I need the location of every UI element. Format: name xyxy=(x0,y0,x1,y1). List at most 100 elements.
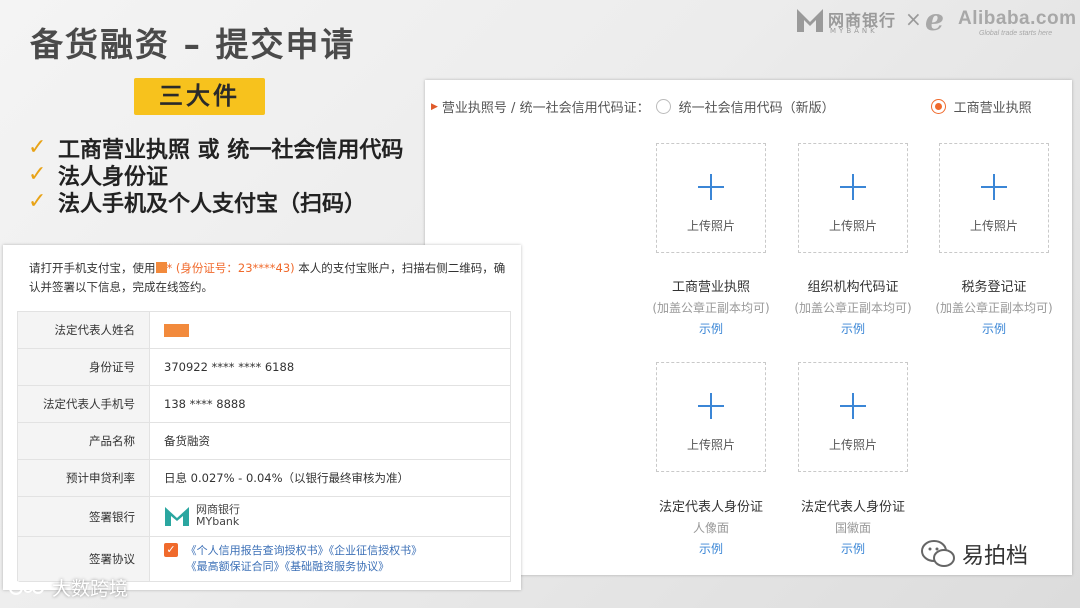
watermark-logo-icon xyxy=(9,580,44,595)
doc-note: 人像面 xyxy=(692,521,729,535)
requirements-checklist: ✓ 工商营业执照 或 统一社会信用代码 ✓ 法人身份证 ✓ 法人手机及个人支付宝… xyxy=(28,134,403,217)
row-value: 备货融资 xyxy=(149,422,511,460)
doc-note: 国徽面 xyxy=(834,521,871,535)
doc-title: 工商营业执照 xyxy=(671,280,750,295)
table-row: 预计申贷利率 日息 0.027% - 0.04%（以银行最终审核为准） xyxy=(17,459,511,497)
upload-slot-org-code[interactable]: 上传照片 xyxy=(798,143,908,253)
upload-photo-label: 上传照片 xyxy=(828,219,877,233)
online-signing-panel: 请打开手机支付宝，使用 * (身份证号：23****43) 本人的支付宝账户，扫描… xyxy=(3,245,521,590)
row-value: ✓ 《个人信用报告查询授权书》《企业征信授权书》 《最高额保证合同》《基础融资服… xyxy=(149,536,511,582)
brand-logos: 网商银行 MYBANK × e Alibaba.com Global trade… xyxy=(795,3,1080,38)
radio-business-license-label[interactable]: 工商营业执照 xyxy=(954,97,1032,116)
checklist-item: ✓ 法人身份证 xyxy=(28,161,403,190)
signing-instructions: 请打开手机支付宝，使用 * (身份证号：23****43) 本人的支付宝账户，扫描… xyxy=(29,259,509,297)
upload-slot-id-back[interactable]: 上传照片 xyxy=(798,362,908,472)
agreement-links: 《个人信用报告查询授权书》《企业征信授权书》 《最高额保证合同》《基础融资服务协… xyxy=(186,543,423,575)
row-value: 日息 0.027% - 0.04%（以银行最终审核为准） xyxy=(149,459,511,497)
slide-title: 备货融资 – 提交申请 xyxy=(30,25,356,64)
alibaba-logo-icon: e xyxy=(925,3,945,38)
row-key: 身份证号 xyxy=(17,348,150,386)
doc-caption-id-front: 法定代表人身份证 人像面 示例 xyxy=(631,498,791,560)
signing-info-table: 法定代表人姓名 身份证号 370922 **** **** 6188 法定代表人… xyxy=(17,311,511,582)
doc-title: 税务登记证 xyxy=(961,280,1027,295)
plus-icon xyxy=(981,174,1007,200)
document-upload-panel: ▶ 营业执照号 / 统一社会信用代码证： 统一社会信用代码（新版） 工商营业执照… xyxy=(425,80,1072,575)
doc-caption-org-code: 组织机构代码证 (加盖公章正副本均可) 示例 xyxy=(773,278,933,340)
mybank-logo-icon xyxy=(797,9,823,32)
checkmark-icon: ✓ xyxy=(28,189,47,214)
radio-business-license[interactable] xyxy=(930,99,946,114)
agreement-link-line[interactable]: 《个人信用报告查询授权书》《企业征信授权书》 xyxy=(186,543,423,559)
plus-icon xyxy=(840,174,866,200)
mybank-mark-icon xyxy=(165,506,189,526)
instruction-id-number: * (身份证号：23****43) xyxy=(166,261,295,275)
upload-photo-label: 上传照片 xyxy=(969,219,1018,233)
doc-caption-tax-registration: 税务登记证 (加盖公章正副本均可) 示例 xyxy=(914,278,1074,340)
doc-note: (加盖公章正副本均可) xyxy=(794,301,912,315)
watermark-right-text: 易拍档 xyxy=(962,544,1029,569)
doc-title: 法定代表人身份证 xyxy=(800,500,905,515)
doc-note: (加盖公章正副本均可) xyxy=(652,301,770,315)
bank-name-cn: 网商银行 xyxy=(196,502,240,516)
instruction-text: 请打开手机支付宝，使用 xyxy=(29,261,156,275)
triangle-marker-icon: ▶ xyxy=(431,101,438,112)
checkmark-icon: ✓ xyxy=(28,135,47,160)
times-sign: × xyxy=(905,7,922,31)
example-link[interactable]: 示例 xyxy=(914,318,1074,340)
doc-title: 法定代表人身份证 xyxy=(658,500,763,515)
row-key: 产品名称 xyxy=(17,422,150,460)
plus-icon xyxy=(698,174,724,200)
license-type-label: 营业执照号 / 统一社会信用代码证： xyxy=(441,101,650,116)
example-link[interactable]: 示例 xyxy=(631,318,791,340)
checklist-item-label: 法人手机及个人支付宝（扫码） xyxy=(58,191,367,217)
example-link[interactable]: 示例 xyxy=(631,538,791,560)
wechat-icon xyxy=(921,540,955,567)
plus-icon xyxy=(698,393,724,419)
checklist-item: ✓ 工商营业执照 或 统一社会信用代码 xyxy=(28,134,403,163)
row-value: 网商银行 MYbank xyxy=(149,496,511,537)
row-key: 预计申贷利率 xyxy=(17,459,150,497)
doc-title: 组织机构代码证 xyxy=(807,280,899,295)
example-link[interactable]: 示例 xyxy=(773,318,933,340)
mybank-sub: MYBANK xyxy=(830,27,878,35)
row-value xyxy=(149,311,511,349)
row-value: 370922 **** **** 6188 xyxy=(149,348,511,386)
alibaba-wordmark: Alibaba.com xyxy=(958,8,1077,29)
bank-name-en: MYbank xyxy=(196,514,240,528)
checkmark-icon: ✓ xyxy=(28,162,47,187)
radio-credit-code-label[interactable]: 统一社会信用代码（新版） xyxy=(679,97,835,116)
checklist-item: ✓ 法人手机及个人支付宝（扫码） xyxy=(28,188,403,217)
row-value: 138 **** 8888 xyxy=(149,385,511,423)
row-key: 法定代表人姓名 xyxy=(17,311,150,349)
agreement-link-line[interactable]: 《最高额保证合同》《基础融资服务协议》 xyxy=(186,559,423,575)
radio-credit-code[interactable] xyxy=(655,99,671,114)
alibaba-tagline: Global trade starts here xyxy=(979,30,1053,37)
doc-caption-id-back: 法定代表人身份证 国徽面 示例 xyxy=(773,498,933,560)
upload-photo-label: 上传照片 xyxy=(686,219,735,233)
upload-photo-label: 上传照片 xyxy=(686,438,735,452)
redacted-name-mask xyxy=(164,324,189,337)
three-items-badge: 三大件 xyxy=(134,78,265,115)
upload-slot-tax-registration[interactable]: 上传照片 xyxy=(939,143,1049,253)
table-row: 签署银行 网商银行 MYbank xyxy=(17,496,511,537)
watermark-left-text: 大数跨境 xyxy=(52,578,129,600)
row-key: 法定代表人手机号 xyxy=(17,385,150,423)
watermark-right: 易拍档 xyxy=(920,538,1028,570)
doc-caption-business-license: 工商营业执照 (加盖公章正副本均可) 示例 xyxy=(631,278,791,340)
upload-slot-id-front[interactable]: 上传照片 xyxy=(656,362,766,472)
table-row: 法定代表人手机号 138 **** 8888 xyxy=(17,385,511,423)
plus-icon xyxy=(840,393,866,419)
table-row: 身份证号 370922 **** **** 6188 xyxy=(17,348,511,386)
table-row: 产品名称 备货融资 xyxy=(17,422,511,460)
license-type-row: ▶ 营业执照号 / 统一社会信用代码证： 统一社会信用代码（新版） 工商营业执照 xyxy=(431,97,1040,116)
upload-photo-label: 上传照片 xyxy=(828,438,877,452)
row-key: 签署银行 xyxy=(17,496,150,537)
mybank-logo: 网商银行 MYbank xyxy=(164,502,240,528)
agreement-checkbox[interactable]: ✓ xyxy=(164,543,178,557)
table-row: 法定代表人姓名 xyxy=(17,311,511,349)
upload-slot-business-license[interactable]: 上传照片 xyxy=(656,143,766,253)
doc-note: (加盖公章正副本均可) xyxy=(935,301,1053,315)
example-link[interactable]: 示例 xyxy=(773,538,933,560)
redacted-name-mask xyxy=(155,262,167,273)
watermark-left: 大数跨境 xyxy=(8,574,128,601)
